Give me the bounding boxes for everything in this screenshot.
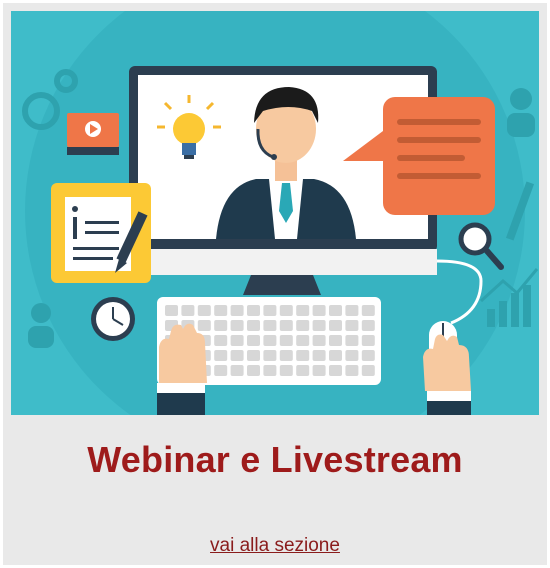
keyboard-key (312, 335, 326, 346)
keyboard-key (312, 365, 326, 376)
keyboard-key (312, 320, 326, 331)
keyboard-key (214, 335, 228, 346)
card-title: Webinar e Livestream (87, 439, 463, 480)
keyboard-key (263, 305, 277, 316)
keyboard-key (329, 305, 342, 316)
keyboard-key (361, 335, 375, 346)
keyboard-key (345, 320, 359, 331)
keyboard-key (279, 335, 293, 346)
keyboard-key (279, 365, 293, 376)
keyboard-key (181, 305, 195, 316)
keyboard-key (329, 320, 342, 331)
keyboard-key (214, 350, 228, 361)
keyboard-key (312, 350, 326, 361)
section-link[interactable]: vai alla sezione (3, 535, 547, 557)
keyboard-key (345, 305, 359, 316)
keyboard-key (329, 365, 342, 376)
keyboard-key (165, 305, 178, 316)
keyboard-key (296, 335, 310, 346)
keyboard-key (345, 335, 359, 346)
keyboard-key (230, 365, 244, 376)
keyboard-key (279, 350, 293, 361)
keyboard-key (296, 350, 310, 361)
keyboard-key (279, 320, 293, 331)
keyboard-key (230, 335, 244, 346)
keyboard-key (263, 365, 277, 376)
clock-icon (91, 297, 135, 341)
webinar-illustration (11, 11, 539, 415)
keyboard-key (247, 365, 260, 376)
keyboard-key (329, 335, 342, 346)
keyboard-key (230, 320, 244, 331)
keyboard-key (312, 305, 326, 316)
keyboard-key (247, 305, 260, 316)
keyboard-key (361, 320, 375, 331)
keyboard-key (345, 350, 359, 361)
keyboard-key (230, 305, 244, 316)
keyboard-key (361, 365, 375, 376)
keyboard-key (263, 320, 277, 331)
keyboard-key (296, 320, 310, 331)
keyboard-key (247, 350, 260, 361)
keyboard-key (345, 365, 359, 376)
keyboard-key (361, 305, 375, 316)
keyboard-key (296, 305, 310, 316)
keyboard-key (263, 350, 277, 361)
keyboard-key (279, 305, 293, 316)
keyboard-key (214, 365, 228, 376)
keyboard-key (214, 320, 228, 331)
keyboard-key (329, 350, 342, 361)
keyboard-key (263, 335, 277, 346)
keyboard-key (361, 350, 375, 361)
keyboard-key (197, 320, 211, 331)
webinar-card: Webinar e Livestream vai alla sezione (3, 3, 547, 565)
keyboard-key (247, 320, 260, 331)
keyboard-key (296, 365, 310, 376)
keyboard-key (247, 335, 260, 346)
keyboard-key (230, 350, 244, 361)
keyboard-key (214, 305, 228, 316)
keyboard-key (197, 305, 211, 316)
video-player-icon (67, 113, 119, 155)
